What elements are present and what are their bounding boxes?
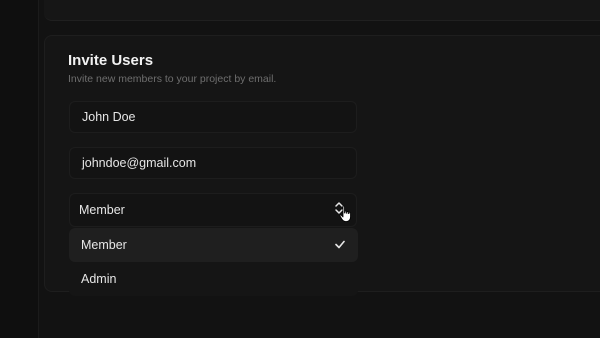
dropdown-option-member[interactable]: Member (69, 228, 358, 262)
top-panel (44, 0, 600, 21)
email-field[interactable]: johndoe@gmail.com (69, 147, 357, 179)
sidebar (0, 0, 39, 338)
name-field[interactable]: John Doe (69, 101, 357, 133)
hand-cursor-icon (339, 205, 351, 222)
card-title: Invite Users (68, 52, 154, 69)
role-select-value: Member (79, 203, 125, 217)
dropdown-option-admin[interactable]: Admin (69, 262, 358, 296)
dropdown-option-label: Admin (81, 272, 117, 286)
role-select[interactable]: Member (69, 193, 357, 227)
app-canvas: Invite Users Invite new members to your … (0, 0, 600, 338)
role-dropdown: Member Admin (69, 228, 358, 296)
dropdown-option-label: Member (81, 238, 127, 252)
card-subtitle: Invite new members to your project by em… (68, 73, 277, 85)
check-icon (335, 240, 345, 249)
